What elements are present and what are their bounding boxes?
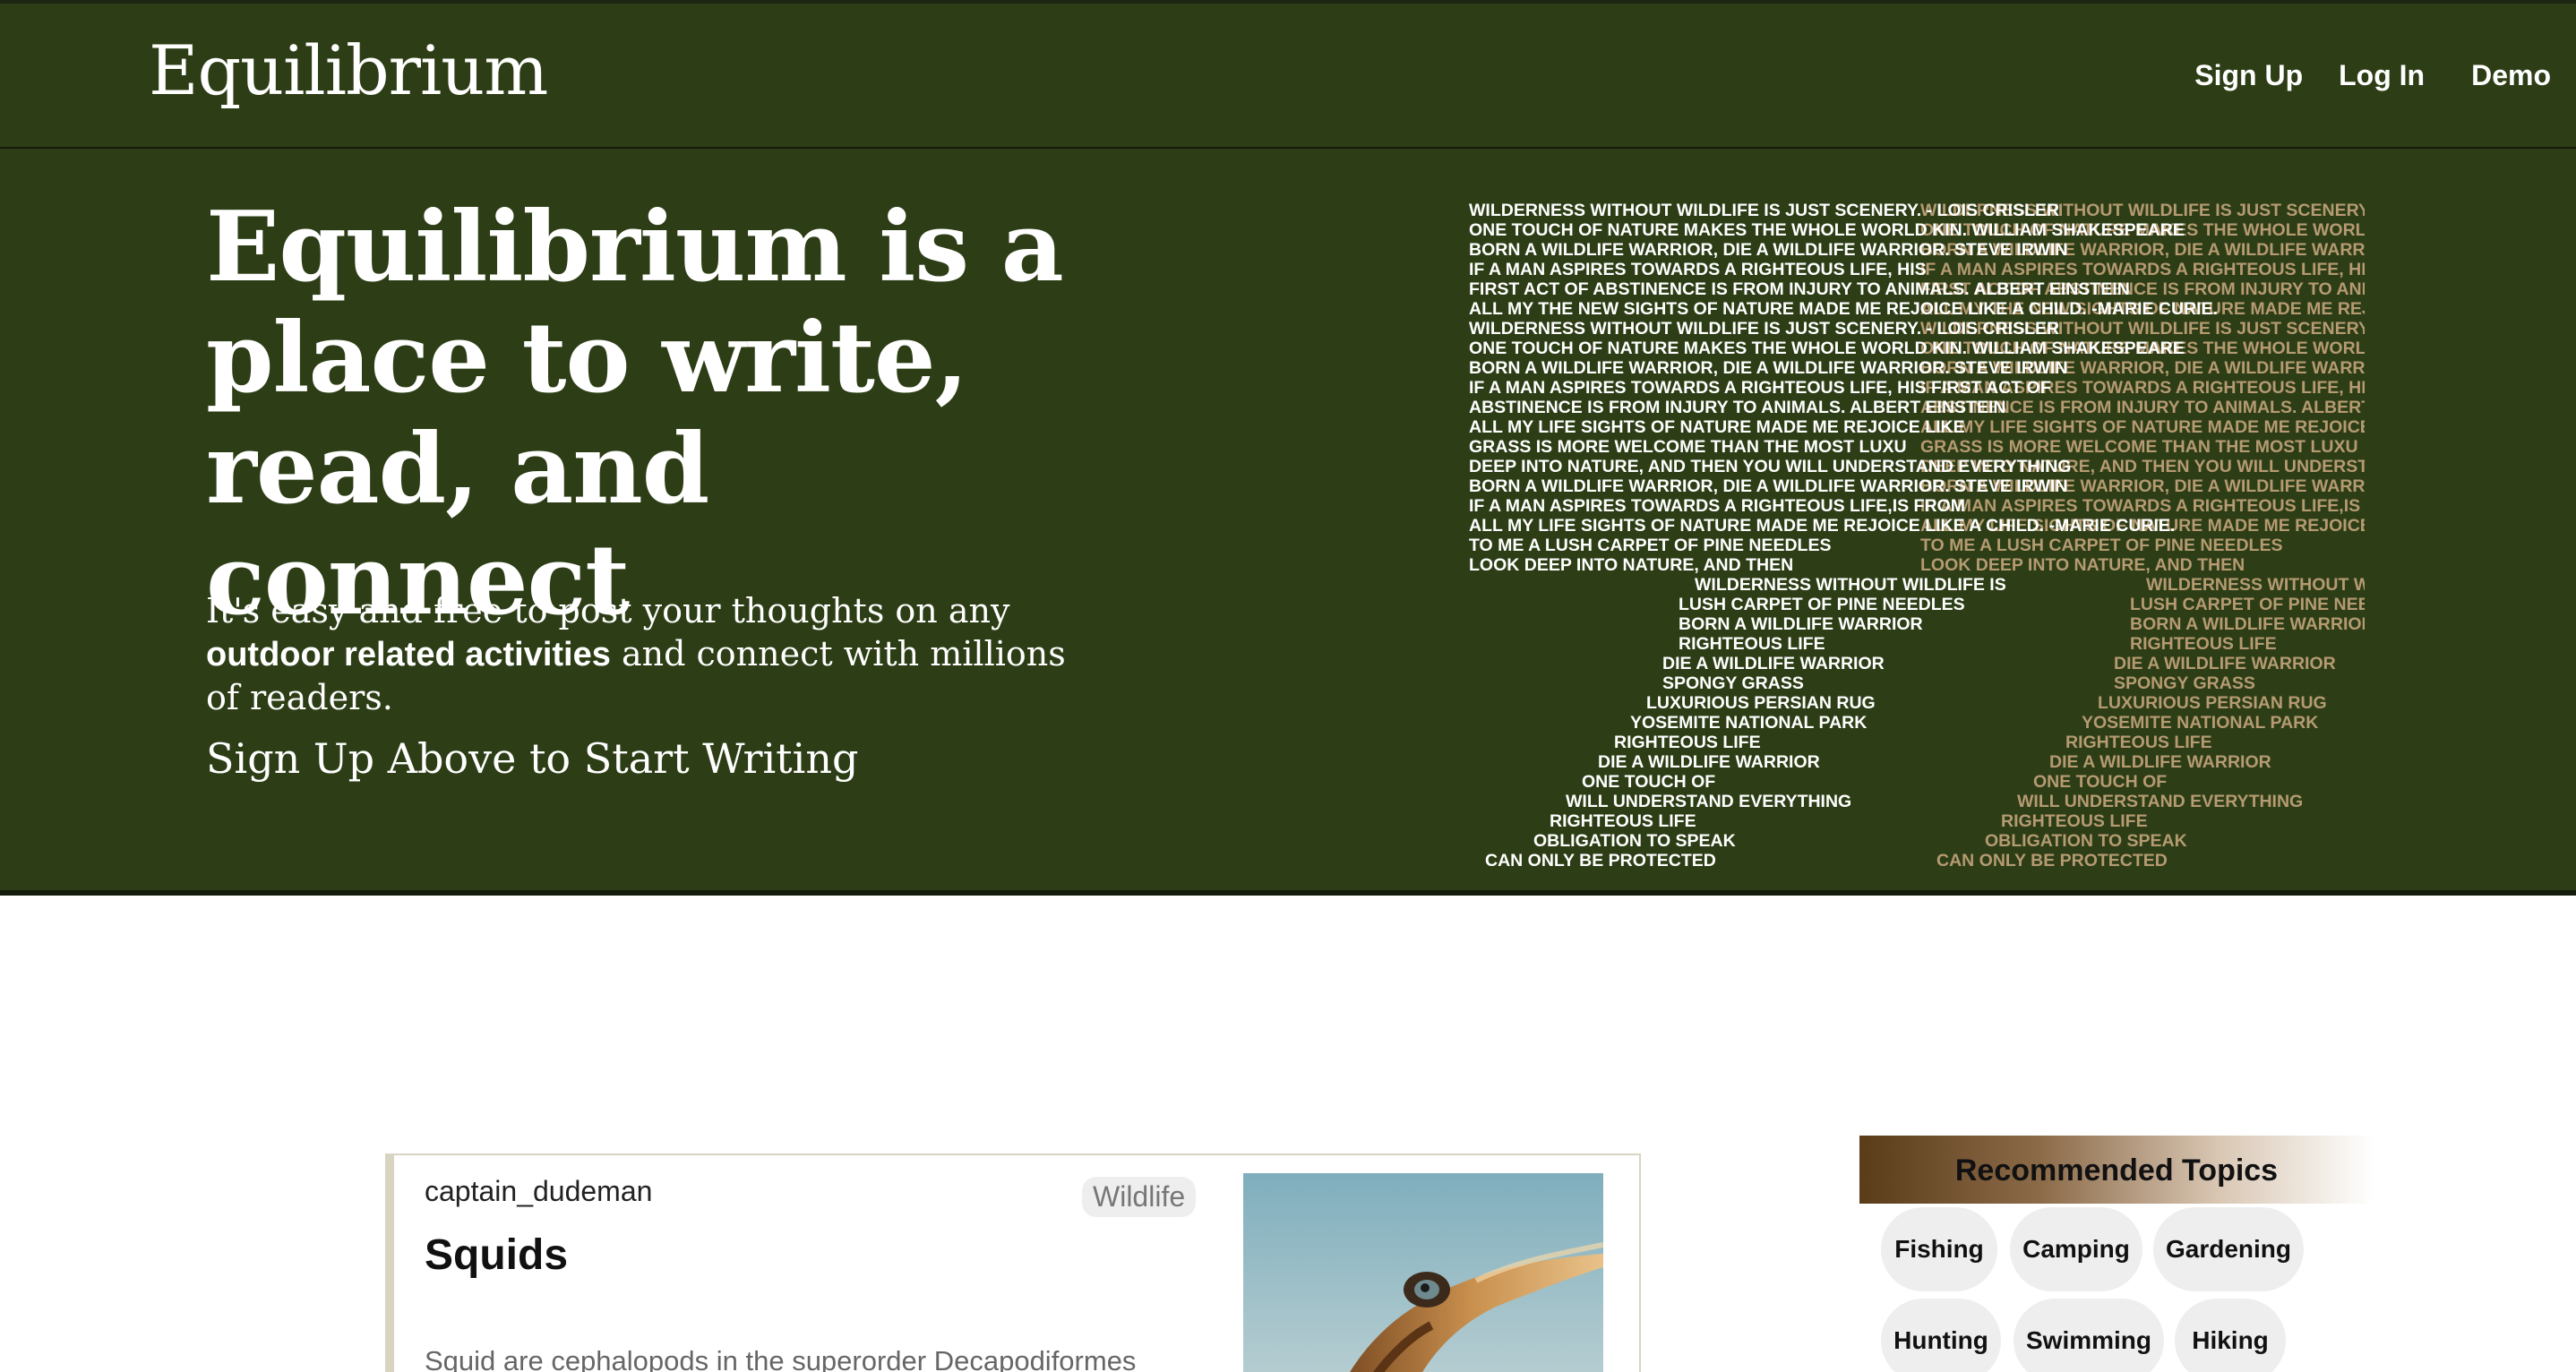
quote-art-line: LOOK DEEP INTO NATURE, AND THEN: [1469, 555, 1794, 575]
brand-logo[interactable]: Equilibrium: [149, 30, 548, 110]
quote-art-line: BORN A WILDLIFE WARRIOR, DIE A WILDLIFE …: [1469, 358, 2068, 378]
hero-subtitle: It's easy and free to post your thoughts…: [206, 589, 1102, 719]
quote-art-line: BORN A WILDLIFE WARRIOR, DIE A WILDLIFE …: [1469, 476, 2068, 496]
hero-title: Equilibrium is a place to write, read, a…: [206, 191, 1064, 637]
demo-link[interactable]: Demo: [2471, 59, 2551, 92]
post-title[interactable]: Squids: [425, 1231, 568, 1280]
quote-art-line: RIGHTEOUS LIFE: [2001, 811, 2148, 831]
quote-art-line: ALL MY THE NEW SIGHTS OF NATURE MADE ME …: [1469, 299, 2218, 319]
quote-art-illustration: WILDERNESS WITHOUT WILDLIFE IS JUST SCEN…: [1469, 201, 2365, 881]
quote-art-line: GRASS IS MORE WELCOME THAN THE MOST LUXU: [1920, 437, 2358, 457]
quote-art-line: ALL MY LIFE SIGHTS OF NATURE MADE ME REJ…: [1469, 417, 1965, 437]
topic-pill[interactable]: Gardening: [2153, 1207, 2304, 1291]
quote-art-line: BORN A WILDLIFE WARRIOR: [1679, 614, 1923, 634]
quote-art-line: CAN ONLY BE PROTECTED: [1485, 851, 1716, 870]
signup-link[interactable]: Sign Up: [2194, 59, 2303, 92]
quote-art-line: ONE TOUCH OF: [1582, 772, 1716, 792]
quote-art-line: LOOK DEEP INTO NATURE, AND THEN: [1920, 555, 2245, 575]
post-card[interactable]: captain_dudeman Wildlife Squids Squid ar…: [385, 1153, 1641, 1372]
quote-art-line: ONE TOUCH OF: [2033, 772, 2168, 792]
quote-art-line: ONE TOUCH OF NATURE MAKES THE WHOLE WORL…: [1469, 220, 2185, 240]
quote-art-line: BORN A WILDLIFE WARRIOR, DIE A WILDLIFE …: [1469, 240, 2068, 260]
quote-art-line: SPONGY GRASS: [1662, 673, 1804, 693]
quote-art-line: DIE A WILDLIFE WARRIOR: [1662, 654, 1885, 673]
topics-header: Recommended Topics: [1859, 1136, 2374, 1204]
topics-title: Recommended Topics: [1954, 1153, 2279, 1188]
quote-art-line: WILL UNDERSTAND EVERYTHING: [2017, 792, 2304, 811]
quote-art-line: BORN A WILDLIFE WARRIOR: [2130, 614, 2365, 634]
quote-art-line: CAN ONLY BE PROTECTED: [1936, 851, 2168, 870]
quote-art-line: TO ME A LUSH CARPET OF PINE NEEDLES: [1920, 536, 2283, 555]
quote-art-line: WILDERNESS WITHOUT WILDLIFE IS JUST SCEN…: [1469, 201, 2060, 220]
post-thumbnail-image[interactable]: [1243, 1173, 1603, 1372]
topic-pill[interactable]: Fishing: [1881, 1207, 1997, 1291]
quote-art-line: GRASS IS MORE WELCOME THAN THE MOST LUXU: [1469, 437, 1907, 457]
topic-pill[interactable]: Hunting: [1881, 1299, 2001, 1372]
quote-art-line: IF A MAN ASPIRES TOWARDS A RIGHTEOUS LIF…: [1469, 496, 1965, 516]
hero-cta: Sign Up Above to Start Writing: [206, 734, 859, 783]
quote-art-line: WILDERNESS WITHOUT WILDLIFE IS JUST SCEN…: [1469, 319, 2060, 339]
top-navbar: Equilibrium Sign Up Log In Demo: [0, 0, 2576, 152]
topic-pill[interactable]: Hiking: [2175, 1299, 2286, 1372]
quote-art-line: RIGHTEOUS LIFE: [1614, 733, 1761, 752]
quote-art-line: WILDERNESS WITHOUT WILDLIFE IS: [2146, 575, 2365, 595]
quote-art-line: SPONGY GRASS: [2114, 673, 2255, 693]
topic-pill[interactable]: Camping: [2010, 1207, 2142, 1291]
topic-pill[interactable]: Swimming: [2014, 1299, 2164, 1372]
login-link[interactable]: Log In: [2339, 59, 2425, 92]
hero-subtitle-prefix: It's easy and free to post your thoughts…: [206, 591, 1010, 630]
hero-subtitle-bold: outdoor related activities: [206, 636, 611, 673]
quote-art-line: RIGHTEOUS LIFE: [1679, 634, 1825, 654]
quote-art-line: WILL UNDERSTAND EVERYTHING: [1566, 792, 1852, 811]
quote-art-line: LUXURIOUS PERSIAN RUG: [2098, 693, 2327, 713]
quote-art-line: DIE A WILDLIFE WARRIOR: [1598, 752, 1820, 772]
quote-art-line: IF A MAN ASPIRES TOWARDS A RIGHTEOUS LIF…: [1469, 260, 1927, 279]
squid-image: [1243, 1173, 1603, 1372]
quote-art-line: OBLIGATION TO SPEAK: [1985, 831, 2187, 851]
quote-art-line: WILDERNESS WITHOUT WILDLIFE IS: [1695, 575, 2006, 595]
quote-art-line: YOSEMITE NATIONAL PARK: [1630, 713, 1868, 733]
hero-section: Equilibrium is a place to write, read, a…: [0, 149, 2576, 896]
nav-links: Sign Up Log In Demo: [2194, 59, 2551, 92]
quote-art-line: IF A MAN ASPIRES TOWARDS A RIGHTEOUS LIF…: [1920, 496, 2365, 516]
post-excerpt: Squid are cephalopods in the superorder …: [425, 1345, 1137, 1372]
quote-art-line: DIE A WILDLIFE WARRIOR: [2114, 654, 2336, 673]
quote-art-line: LUXURIOUS PERSIAN RUG: [1646, 693, 1876, 713]
quote-art-line: ALL MY LIFE SIGHTS OF NATURE MADE ME REJ…: [1920, 417, 2365, 437]
post-author[interactable]: captain_dudeman: [425, 1175, 652, 1208]
quote-art-line: ONE TOUCH OF NATURE MAKES THE WHOLE WORL…: [1469, 339, 2185, 358]
quote-art-line: ALL MY LIFE SIGHTS OF NATURE MADE ME REJ…: [1469, 516, 2176, 536]
quote-art-line: FIRST ACT OF ABSTINENCE IS FROM INJURY T…: [1469, 279, 2130, 299]
quote-art-line: RIGHTEOUS LIFE: [1550, 811, 1696, 831]
quote-art-line: IF A MAN ASPIRES TOWARDS A RIGHTEOUS LIF…: [1920, 260, 2365, 279]
quote-art-line: TO ME A LUSH CARPET OF PINE NEEDLES: [1469, 536, 1832, 555]
quote-art-line: RIGHTEOUS LIFE: [2130, 634, 2277, 654]
quote-art-line: IF A MAN ASPIRES TOWARDS A RIGHTEOUS LIF…: [1469, 378, 2051, 398]
quote-art-line: OBLIGATION TO SPEAK: [1533, 831, 1736, 851]
quote-art-line: DIE A WILDLIFE WARRIOR: [2049, 752, 2271, 772]
quote-art-line: DEEP INTO NATURE, AND THEN YOU WILL UNDE…: [1469, 457, 2072, 476]
quote-art-line: LUSH CARPET OF PINE NEEDLES: [2130, 595, 2365, 614]
quote-art-line: YOSEMITE NATIONAL PARK: [2082, 713, 2319, 733]
quote-art-line: RIGHTEOUS LIFE: [2065, 733, 2212, 752]
quote-art-line: ABSTINENCE IS FROM INJURY TO ANIMALS. AL…: [1469, 398, 2006, 417]
quote-art-line: LUSH CARPET OF PINE NEEDLES: [1679, 595, 1965, 614]
post-tag[interactable]: Wildlife: [1082, 1177, 1197, 1217]
